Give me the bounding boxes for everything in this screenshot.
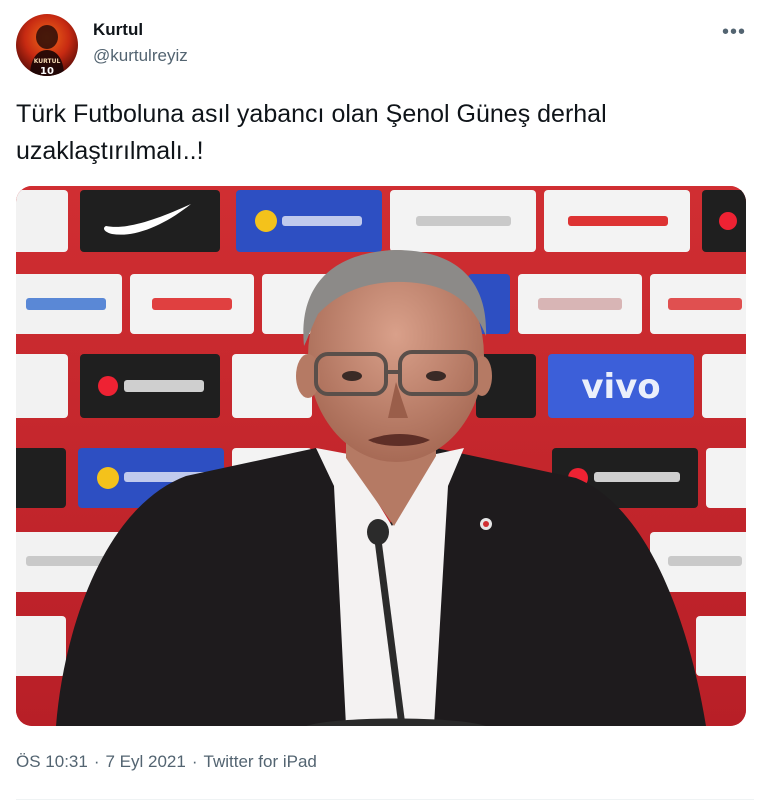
tweet-source-link[interactable]: Twitter for iPad: [204, 752, 317, 771]
tweet-time[interactable]: ÖS 10:31: [16, 752, 88, 771]
tweet: KURTUL 10 Kurtul @kurtulreyiz ••• Türk F…: [0, 0, 770, 810]
meta-separator: ·: [191, 752, 198, 771]
display-name[interactable]: Kurtul: [93, 20, 143, 40]
more-horizontal-icon: •••: [721, 20, 746, 43]
tweet-meta: ÖS 10:31 · 7 Eyl 2021 · Twitter for iPad: [16, 752, 317, 772]
avatar-image: KURTUL 10: [30, 25, 64, 76]
svg-text:vivo: vivo: [581, 367, 660, 407]
press-conference-photo: vivo: [16, 186, 746, 726]
meta-separator: ·: [93, 752, 100, 771]
tweet-media[interactable]: vivo: [16, 186, 746, 726]
tweet-text: Türk Futboluna asıl yabancı olan Şenol G…: [16, 100, 607, 165]
divider: [16, 799, 754, 800]
user-handle[interactable]: @kurtulreyiz: [93, 46, 188, 66]
avatar[interactable]: KURTUL 10: [16, 14, 78, 76]
more-options-button[interactable]: •••: [720, 18, 748, 46]
avatar-label: KURTUL: [34, 58, 61, 65]
tweet-date[interactable]: 7 Eyl 2021: [106, 752, 186, 771]
avatar-number: 10: [40, 66, 54, 76]
